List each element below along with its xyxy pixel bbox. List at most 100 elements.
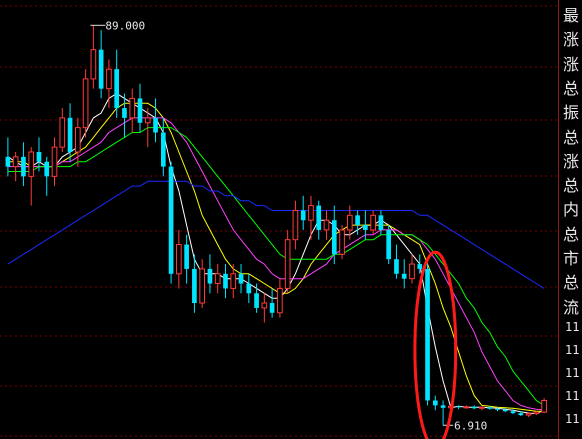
sidebar-number: 11 bbox=[565, 412, 580, 426]
candle-body bbox=[74, 127, 81, 153]
sidebar-number: 11 bbox=[565, 320, 580, 334]
candle-body bbox=[44, 161, 50, 177]
candle bbox=[82, 69, 89, 138]
candle bbox=[409, 254, 415, 284]
sidebar-label: 振 bbox=[563, 103, 580, 123]
candle-body bbox=[386, 229, 392, 260]
candle-body bbox=[207, 268, 213, 284]
candle-body bbox=[261, 302, 268, 309]
candle-body bbox=[346, 214, 353, 231]
candle bbox=[184, 234, 189, 284]
candle-body bbox=[238, 273, 244, 284]
candle-body bbox=[355, 215, 360, 226]
candle-body bbox=[316, 205, 322, 230]
candle bbox=[456, 405, 461, 410]
candle bbox=[432, 395, 438, 411]
info-sidebar: 最涨涨总振总涨总内总市总流 11 11 11 11 11 bbox=[558, 0, 582, 439]
candle-body bbox=[106, 68, 112, 90]
candle-body bbox=[394, 259, 399, 274]
candle-body bbox=[425, 268, 430, 401]
candle-body bbox=[495, 408, 500, 410]
candle-body bbox=[223, 273, 228, 289]
candle-body bbox=[533, 411, 540, 415]
sidebar-label: 内 bbox=[563, 200, 580, 220]
candle bbox=[21, 142, 26, 187]
candle bbox=[28, 147, 35, 206]
candle bbox=[59, 108, 66, 152]
candle bbox=[316, 200, 322, 240]
candle bbox=[238, 264, 244, 294]
candle bbox=[277, 278, 283, 318]
candle-body bbox=[401, 273, 407, 279]
candle-body bbox=[300, 210, 306, 221]
candle-body bbox=[417, 264, 423, 269]
ma1-line bbox=[7, 92, 545, 415]
candle bbox=[401, 259, 407, 289]
candle-body bbox=[90, 49, 97, 80]
candle bbox=[339, 225, 345, 260]
candle-body bbox=[230, 273, 237, 289]
candle-body bbox=[160, 132, 166, 167]
candle-body bbox=[331, 220, 337, 255]
sidebar-number: 11 bbox=[565, 389, 580, 403]
candle-body bbox=[137, 98, 143, 123]
candle bbox=[114, 49, 120, 118]
candle-body bbox=[122, 108, 127, 118]
candle-body bbox=[98, 49, 104, 89]
sidebar-label: 总 bbox=[563, 176, 580, 196]
moving-average-lines bbox=[7, 92, 545, 415]
candle bbox=[74, 117, 81, 167]
candle-body bbox=[292, 209, 299, 241]
sidebar-label: 总 bbox=[563, 127, 580, 147]
candle-body bbox=[525, 413, 532, 416]
candle-body bbox=[59, 117, 66, 148]
candle-body bbox=[129, 97, 136, 119]
candle-body bbox=[456, 406, 461, 408]
candle-body bbox=[432, 400, 438, 406]
ma4-line bbox=[7, 127, 545, 406]
candle bbox=[323, 210, 330, 240]
candle-body bbox=[12, 156, 19, 168]
candle-body bbox=[479, 406, 485, 409]
sidebar-label: 总 bbox=[563, 78, 580, 98]
sidebar-label: 涨 bbox=[563, 30, 580, 50]
candle bbox=[300, 195, 306, 230]
candle-body bbox=[339, 229, 345, 255]
candle-body bbox=[471, 406, 477, 409]
candle bbox=[214, 264, 221, 294]
candlestick-chart: 89.000 6.910 bbox=[0, 5, 557, 439]
candle-body bbox=[144, 117, 151, 124]
candle-body bbox=[510, 411, 516, 414]
candle-body bbox=[502, 409, 508, 412]
candle bbox=[168, 161, 174, 284]
candle bbox=[541, 398, 547, 414]
candle-body bbox=[5, 156, 11, 167]
candle bbox=[122, 93, 127, 138]
candle-body bbox=[269, 303, 275, 313]
candle bbox=[284, 229, 291, 294]
candle-body bbox=[463, 406, 470, 409]
candle-body bbox=[487, 407, 493, 409]
low-label: 6.910 bbox=[454, 419, 487, 432]
chart-grid bbox=[0, 5, 557, 437]
candle bbox=[199, 259, 206, 308]
candle-body bbox=[277, 287, 283, 314]
candle-body bbox=[21, 156, 26, 177]
candle bbox=[261, 293, 268, 323]
candle bbox=[153, 98, 158, 143]
candle-body bbox=[168, 166, 174, 274]
candle bbox=[160, 117, 166, 177]
candle-body bbox=[541, 399, 547, 413]
candle bbox=[137, 83, 143, 133]
candle-body bbox=[284, 239, 291, 289]
ma5-line bbox=[7, 180, 545, 289]
candle-body bbox=[440, 405, 446, 408]
sidebar-label: 流 bbox=[563, 297, 580, 317]
sidebar-number: 11 bbox=[565, 366, 580, 380]
candle-body bbox=[363, 225, 368, 230]
candle bbox=[90, 25, 97, 89]
candle-body bbox=[36, 151, 42, 162]
candle bbox=[5, 137, 11, 177]
candle bbox=[51, 137, 58, 187]
sidebar-number: 11 bbox=[565, 343, 580, 357]
